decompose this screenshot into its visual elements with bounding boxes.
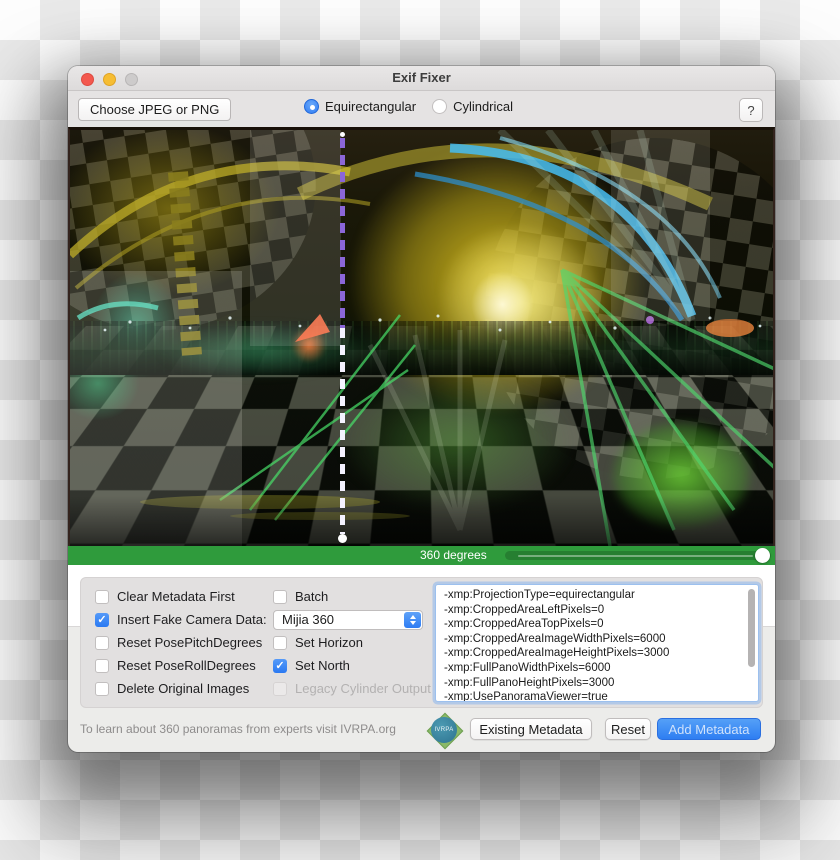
checkbox-disabled-icon bbox=[273, 682, 287, 696]
checkbox-icon[interactable] bbox=[273, 636, 287, 650]
metadata-line: -xmp:CroppedAreaLeftPixels=0 bbox=[444, 603, 750, 618]
metadata-line: -xmp:CroppedAreaImageWidthPixels=6000 bbox=[444, 632, 750, 647]
bottom-vignette bbox=[70, 496, 773, 546]
radio-selected-icon[interactable] bbox=[304, 99, 319, 114]
north-line-bottom-dot bbox=[338, 534, 347, 543]
existing-metadata-button[interactable]: Existing Metadata bbox=[470, 718, 592, 740]
ivrpa-logo[interactable]: IVRPA bbox=[427, 713, 461, 747]
checkbox-legacy-cylinder-output: Legacy Cylinder Output bbox=[273, 681, 431, 696]
checkbox-icon[interactable] bbox=[95, 659, 109, 673]
north-line bbox=[340, 132, 345, 544]
checkbox-label: Reset PoseRollDegrees bbox=[117, 658, 256, 673]
checkbox-icon[interactable] bbox=[95, 682, 109, 696]
checkbox-label: Set Horizon bbox=[295, 635, 363, 650]
checkbox-delete-original-images[interactable]: Delete Original Images bbox=[95, 681, 273, 696]
slider-value-label: 360 degrees bbox=[420, 548, 487, 562]
checkbox-label: Batch bbox=[295, 589, 328, 604]
checkbox-reset-posepitchdegrees[interactable]: Reset PosePitchDegrees bbox=[95, 635, 273, 650]
checkbox-icon[interactable] bbox=[273, 590, 287, 604]
choose-file-button[interactable]: Choose JPEG or PNG bbox=[78, 98, 231, 121]
help-button[interactable]: ? bbox=[739, 98, 763, 122]
logo-text: IVRPA bbox=[434, 727, 453, 733]
radio-cylindrical-label: Cylindrical bbox=[453, 99, 513, 114]
metadata-output-textarea[interactable]: -xmp:ProjectionType=equirectangular -xmp… bbox=[436, 585, 758, 701]
checkbox-clear-metadata-first[interactable]: Clear Metadata First bbox=[95, 589, 273, 604]
checkbox-label: Set North bbox=[295, 658, 350, 673]
checkbox-label: Clear Metadata First bbox=[117, 589, 235, 604]
slider-track-line bbox=[518, 555, 753, 557]
metadata-line: -xmp:FullPanoHeightPixels=3000 bbox=[444, 676, 750, 691]
radio-cylindrical[interactable]: Cylindrical bbox=[432, 99, 513, 114]
checkbox-label: Delete Original Images bbox=[117, 681, 249, 696]
north-line-white-dashes bbox=[340, 328, 345, 534]
checkbox-insert-fake-camera-data[interactable]: ✓ Insert Fake Camera Data: bbox=[95, 612, 273, 627]
checkbox-set-north[interactable]: ✓ Set North bbox=[273, 658, 350, 673]
metadata-line: -xmp:ProjectionType=equirectangular bbox=[444, 588, 750, 603]
north-line-top-dot bbox=[340, 132, 345, 137]
light-beams bbox=[70, 130, 775, 546]
checkbox-label: Insert Fake Camera Data: bbox=[117, 612, 267, 627]
checkbox-reset-poserolldegrees[interactable]: Reset PoseRollDegrees bbox=[95, 658, 273, 673]
logo-circle-icon: IVRPA bbox=[431, 717, 457, 743]
checkbox-label: Reset PosePitchDegrees bbox=[117, 635, 262, 650]
titlebar[interactable]: Exif Fixer bbox=[68, 66, 775, 91]
projection-radio-group: Equirectangular Cylindrical bbox=[304, 99, 513, 114]
transparency-checkerboard-background: Exif Fixer Choose JPEG or PNG Equirectan… bbox=[0, 0, 840, 860]
camera-model-dropdown[interactable]: Mijia 360 bbox=[273, 610, 423, 630]
radio-equirectangular-label: Equirectangular bbox=[325, 99, 416, 114]
checkbox-checked-icon[interactable]: ✓ bbox=[273, 659, 287, 673]
dropdown-stepper-icon[interactable] bbox=[404, 612, 421, 628]
checkbox-label: Legacy Cylinder Output bbox=[295, 681, 431, 696]
metadata-line: -xmp:UsePanoramaViewer=true bbox=[444, 690, 750, 701]
metadata-line: -xmp:CroppedAreaTopPixels=0 bbox=[444, 617, 750, 632]
dropdown-value: Mijia 360 bbox=[274, 612, 334, 627]
add-metadata-button[interactable]: Add Metadata bbox=[657, 718, 761, 740]
metadata-line: -xmp:CroppedAreaImageHeightPixels=3000 bbox=[444, 646, 750, 661]
checkbox-batch[interactable]: Batch bbox=[273, 589, 328, 604]
checkbox-icon[interactable] bbox=[95, 636, 109, 650]
checkbox-set-horizon[interactable]: Set Horizon bbox=[273, 635, 363, 650]
radio-equirectangular[interactable]: Equirectangular bbox=[304, 99, 416, 114]
toolbar: Choose JPEG or PNG Equirectangular Cylin… bbox=[68, 91, 775, 127]
textarea-scrollbar[interactable] bbox=[748, 589, 755, 667]
options-panel: Clear Metadata First Batch ✓ Insert Fake… bbox=[80, 577, 763, 708]
exif-fixer-window: Exif Fixer Choose JPEG or PNG Equirectan… bbox=[68, 66, 775, 752]
north-line-purple-dashes bbox=[340, 138, 345, 328]
footer-info-text: To learn about 360 panoramas from expert… bbox=[80, 722, 396, 736]
checkbox-icon[interactable] bbox=[95, 590, 109, 604]
reset-button[interactable]: Reset bbox=[605, 718, 651, 740]
metadata-line: -xmp:FullPanoWidthPixels=6000 bbox=[444, 661, 750, 676]
degrees-slider[interactable]: 360 degrees bbox=[68, 546, 775, 565]
checkbox-checked-icon[interactable]: ✓ bbox=[95, 613, 109, 627]
panorama-preview bbox=[68, 127, 775, 546]
slider-knob[interactable] bbox=[755, 548, 770, 563]
radio-unselected-icon[interactable] bbox=[432, 99, 447, 114]
window-title: Exif Fixer bbox=[68, 70, 775, 85]
